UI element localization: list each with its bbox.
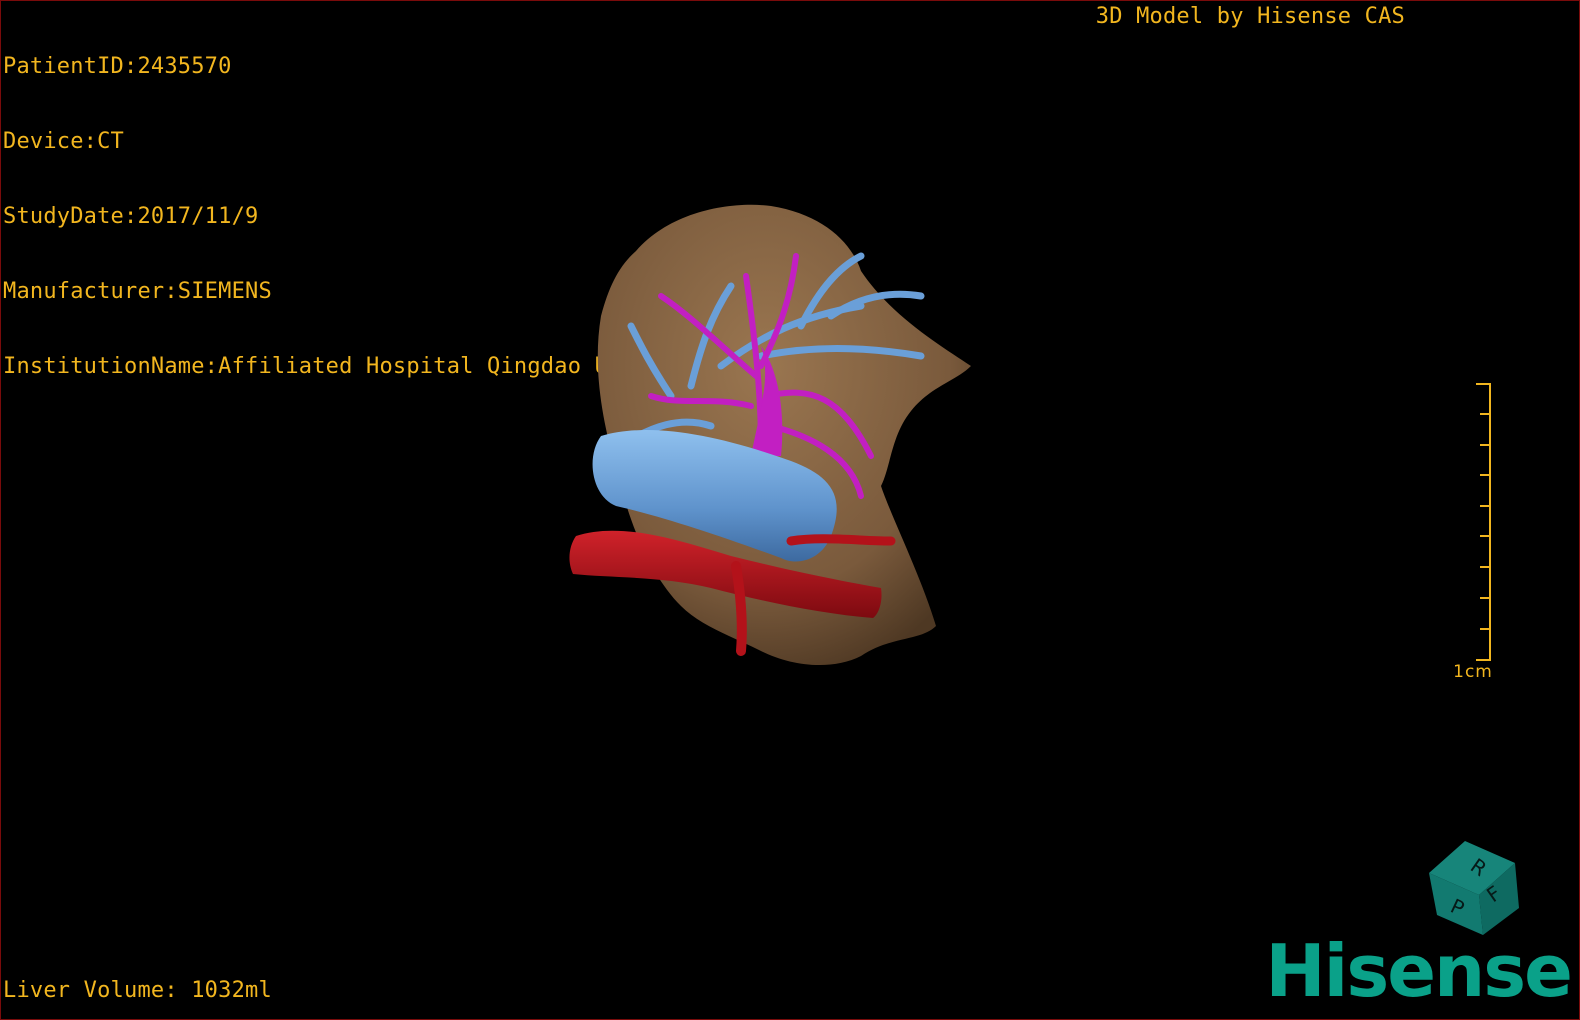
patient-id-text: PatientID:2435570 xyxy=(3,54,232,79)
arterial-branch-2 xyxy=(786,534,896,546)
device-text: Device:CT xyxy=(3,129,125,154)
liver-3d-model[interactable] xyxy=(561,196,981,676)
orientation-cube[interactable]: R F P xyxy=(1419,833,1523,937)
arterial-branch xyxy=(731,561,747,656)
hisense-logo: Hisense xyxy=(1265,929,1573,1013)
liver-volume-text: Liver Volume: 1032ml xyxy=(3,978,272,1003)
scale-bar xyxy=(1476,383,1491,661)
model-credit-text: 3D Model by Hisense CAS xyxy=(1095,4,1405,29)
scale-label: 1cm xyxy=(1453,662,1493,682)
3d-viewport[interactable]: PatientID:2435570 Device:CT StudyDate:20… xyxy=(0,0,1580,1020)
